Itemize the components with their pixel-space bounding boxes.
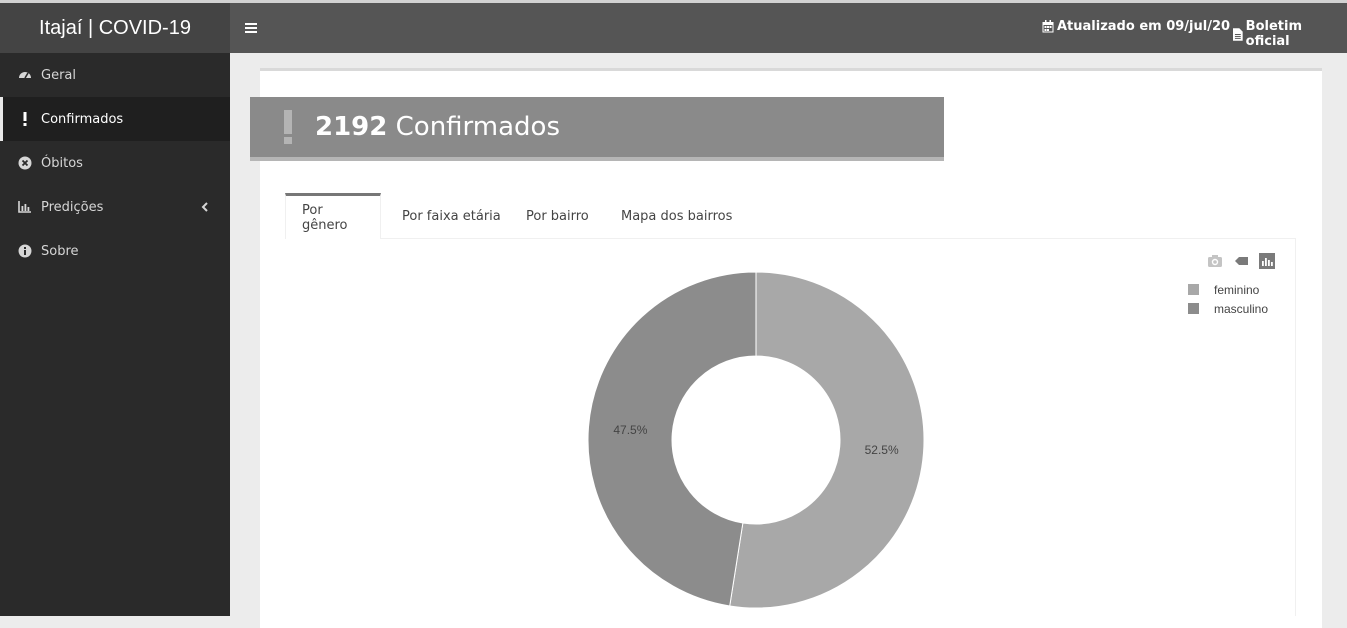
tab-mapa-dos-bairros[interactable]: Mapa dos bairros: [605, 193, 748, 239]
chart-tabs: Por gênero Por faixa etária Por bairro M…: [285, 193, 1296, 239]
sidebar-item-obitos[interactable]: Óbitos: [0, 141, 230, 185]
tab-por-faixa-etaria[interactable]: Por faixa etária: [386, 193, 517, 239]
exclamation-icon: [281, 110, 295, 144]
updated-label: Atualizado em 09/jul/20: [1057, 19, 1231, 34]
tab-por-bairro[interactable]: Por bairro: [510, 193, 605, 239]
legend-swatch: [1188, 284, 1199, 295]
bulletin-label: Boletim oficial: [1245, 19, 1303, 49]
sidebar-item-confirmados[interactable]: Confirmados: [0, 97, 230, 141]
donut-chart: 52.5% 47.5%: [560, 255, 960, 616]
legend-item-feminino[interactable]: feminino: [1188, 280, 1268, 299]
top-header: Atualizado em 09/jul/20 Boletim oficial: [230, 3, 1347, 53]
donut-svg: 52.5% 47.5%: [587, 271, 925, 609]
updated-date[interactable]: Atualizado em 09/jul/20: [1042, 19, 1230, 34]
tab-label: Mapa dos bairros: [621, 208, 733, 224]
app-title[interactable]: Itajaí | COVID-19: [0, 3, 230, 53]
legend-label: feminino: [1214, 282, 1260, 297]
slice-label-masculino: 47.5%: [613, 423, 647, 437]
confirmed-value-box: 2192 Confirmados: [250, 97, 944, 161]
slice-feminino[interactable]: [729, 271, 925, 609]
slice-label-feminino: 52.5%: [865, 443, 899, 457]
sidebar-item-label: Predições: [41, 199, 104, 215]
sidebar-nav: Geral Confirmados Óbitos Predições Sobre: [0, 53, 230, 273]
dashboard-icon: [18, 68, 32, 82]
tab-label: Por gênero: [302, 202, 348, 233]
plot-modebar: [1198, 252, 1276, 270]
sidebar-item-label: Confirmados: [41, 111, 124, 127]
sidebar-item-label: Geral: [41, 67, 76, 83]
plotly-logo-icon[interactable]: [1258, 252, 1276, 270]
confirmed-text: 2192 Confirmados: [315, 112, 560, 142]
sidebar-item-predicoes[interactable]: Predições: [0, 185, 230, 229]
sidebar-item-sobre[interactable]: Sobre: [0, 229, 230, 273]
tab-por-genero[interactable]: Por gênero: [285, 193, 381, 239]
sidebar-item-label: Óbitos: [41, 155, 83, 171]
slice-masculino[interactable]: [587, 271, 757, 607]
tab-label: Por bairro: [526, 208, 589, 224]
camera-icon[interactable]: [1206, 252, 1224, 270]
sidebar: Itajaí | COVID-19 Geral Confirmados Óbit…: [0, 3, 230, 616]
legend-item-masculino[interactable]: masculino: [1188, 299, 1268, 318]
chart-legend: feminino masculino: [1188, 280, 1268, 318]
tab-label: Por faixa etária: [402, 208, 501, 224]
exclamation-icon: [18, 112, 32, 126]
line-chart-icon: [18, 200, 32, 214]
bulletin-link[interactable]: Boletim oficial: [1233, 19, 1347, 49]
calendar-icon: [1042, 20, 1054, 33]
confirmed-label: Confirmados: [387, 112, 561, 142]
tag-icon[interactable]: [1232, 252, 1250, 270]
times-circle-icon: [18, 156, 32, 170]
sidebar-item-label: Sobre: [41, 243, 79, 259]
file-icon: [1233, 27, 1243, 41]
sidebar-item-geral[interactable]: Geral: [0, 53, 230, 97]
menu-toggle-icon[interactable]: [244, 20, 258, 34]
legend-label: masculino: [1214, 301, 1269, 316]
confirmed-count: 2192: [315, 112, 388, 142]
chevron-left-icon[interactable]: [199, 200, 211, 214]
info-circle-icon: [18, 244, 32, 258]
legend-swatch: [1188, 303, 1199, 314]
